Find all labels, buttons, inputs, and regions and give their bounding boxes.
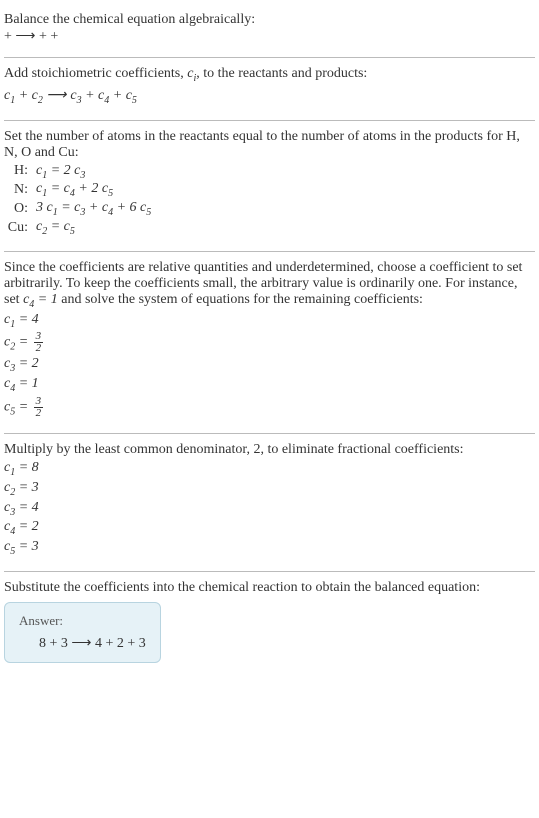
coef-c3: c3 = 2	[4, 356, 535, 374]
section-atoms: Set the number of atoms in the reactants…	[4, 125, 535, 252]
frac-den: 2	[34, 343, 44, 354]
mcoef-c4: c4 = 2	[4, 519, 535, 537]
section-balance-intro: Balance the chemical equation algebraica…	[4, 8, 535, 58]
coef-c2: c2 = 32	[4, 331, 535, 354]
answer-box: Answer: 8 + 3 ⟶ 4 + 2 + 3	[4, 602, 161, 663]
intro-line1: Balance the chemical equation algebraica…	[4, 12, 535, 28]
atom-row-n: N: c1 = c4 + 2 c5	[4, 181, 535, 199]
coef-c1: c1 = 4	[4, 312, 535, 330]
c4-set: c4 = 1	[23, 292, 58, 307]
atom-label: Cu:	[4, 220, 36, 236]
atom-row-h: H: c1 = 2 c3	[4, 163, 535, 181]
substitute-text: Substitute the coefficients into the che…	[4, 580, 535, 596]
mcoef-c3: c3 = 4	[4, 500, 535, 518]
atom-eq: c2 = c5	[36, 219, 75, 237]
answer-label: Answer:	[19, 613, 146, 629]
divider	[4, 571, 535, 572]
atom-row-o: O: 3 c1 = c3 + c4 + 6 c5	[4, 200, 535, 218]
atom-label: N:	[4, 182, 36, 198]
atoms-intro: Set the number of atoms in the reactants…	[4, 129, 535, 161]
answer-equation: 8 + 3 ⟶ 4 + 2 + 3	[19, 635, 146, 652]
coef-c4: c4 = 1	[4, 376, 535, 394]
divider	[4, 251, 535, 252]
stoich-equation: c1 + c2 ⟶ c3 + c4 + c5	[4, 86, 535, 106]
atom-eq: c1 = c4 + 2 c5	[36, 181, 113, 199]
multiply-text: Multiply by the least common denominator…	[4, 442, 535, 458]
section-multiply: Multiply by the least common denominator…	[4, 438, 535, 572]
intro-line2: + ⟶ + +	[4, 28, 535, 45]
solve-text: Since the coefficients are relative quan…	[4, 260, 535, 310]
section-stoich: Add stoichiometric coefficients, ci, to …	[4, 62, 535, 121]
mcoef-c1: c1 = 8	[4, 460, 535, 478]
atom-eq: 3 c1 = c3 + c4 + 6 c5	[36, 200, 151, 218]
stoich-post: , to the reactants and products:	[196, 66, 367, 81]
ci-var: ci	[187, 66, 196, 81]
solve-text-c: and solve the system of equations for th…	[58, 292, 423, 307]
atom-row-cu: Cu: c2 = c5	[4, 219, 535, 237]
section-solve: Since the coefficients are relative quan…	[4, 256, 535, 434]
stoich-pre: Add stoichiometric coefficients,	[4, 66, 187, 81]
divider	[4, 120, 535, 121]
frac-den: 2	[34, 408, 44, 419]
coef-c5: c5 = 32	[4, 396, 535, 419]
arrow: ⟶	[46, 86, 70, 102]
mcoef-c5: c5 = 3	[4, 539, 535, 557]
atom-label: O:	[4, 201, 36, 217]
section-substitute: Substitute the coefficients into the che…	[4, 576, 535, 675]
divider	[4, 57, 535, 58]
atom-eq: c1 = 2 c3	[36, 163, 85, 181]
atom-table: H: c1 = 2 c3 N: c1 = c4 + 2 c5 O: 3 c1 =…	[4, 163, 535, 237]
atom-label: H:	[4, 163, 36, 179]
mcoef-c2: c2 = 3	[4, 480, 535, 498]
divider	[4, 433, 535, 434]
stoich-text: Add stoichiometric coefficients, ci, to …	[4, 66, 535, 84]
